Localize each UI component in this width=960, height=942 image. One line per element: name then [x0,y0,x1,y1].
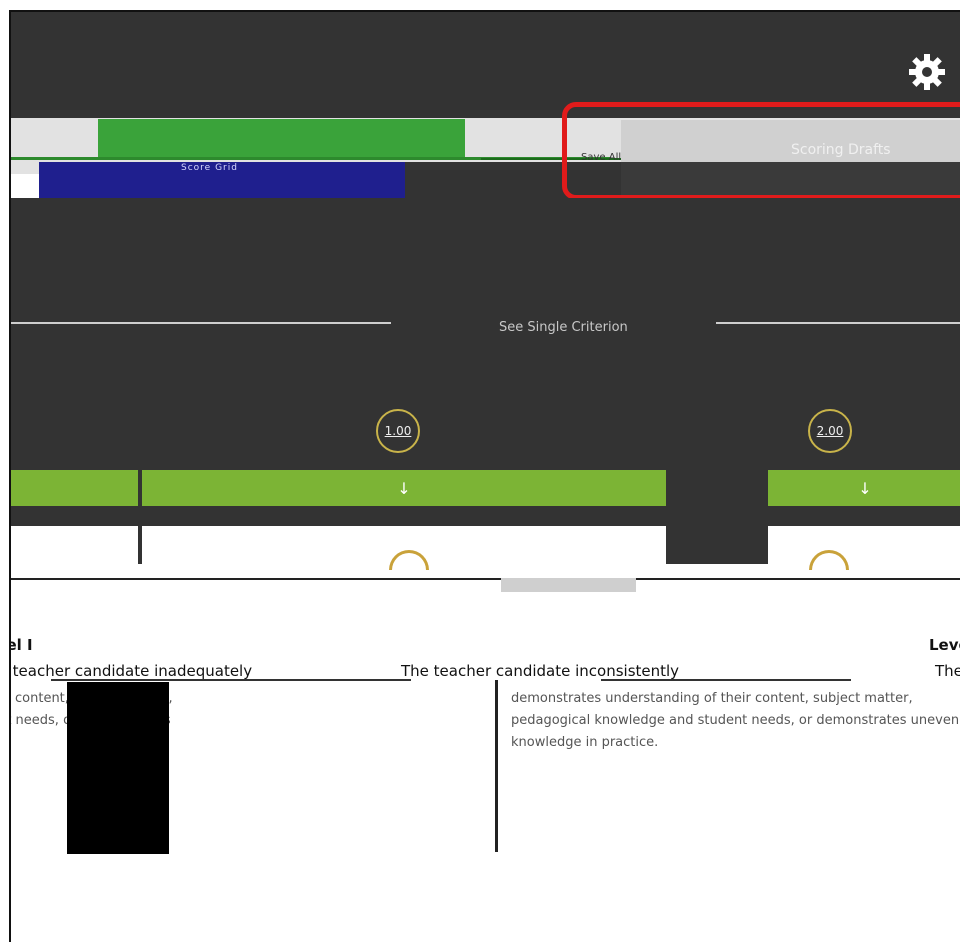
level-2-underline [601,679,851,681]
app-frame: Score Grid Scoring Drafts Save All See S… [9,10,960,942]
tab-score-grid[interactable] [98,119,465,157]
highlight-box [562,102,960,200]
arrow-down-icon: ↓ [858,478,872,498]
tab-primary-label: Score Grid [181,163,238,173]
level-bar-2[interactable]: ↓ [768,470,960,506]
level-2-description: demonstrates understanding of their cont… [511,691,960,750]
level-1-lead: The teacher candidate inadequately [11,662,253,680]
level-bar-0[interactable] [11,470,138,506]
divider-right [716,322,960,324]
level-2-lead: The teacher candidate inconsistently [401,662,680,680]
gear-icon[interactable] [907,52,947,92]
arrow-down-icon: ↓ [397,478,411,498]
score-badge-2[interactable]: 2.00 [808,409,852,453]
level-3-title: Level III [929,636,960,654]
score-badge-1[interactable]: 1.00 [376,409,420,453]
level-3-lead: The [935,662,960,680]
column-divider [495,680,498,852]
see-single-criterion-link[interactable]: See Single Criterion [499,320,628,335]
criterion-area [11,198,960,564]
level-1-title: Level I [11,636,33,654]
panel-stripe-gray [501,578,636,592]
redaction-block [67,682,169,854]
divider-left [11,322,391,324]
panel-stripe-line [11,578,960,580]
level-1-underline [51,679,411,681]
level-bar-1[interactable]: ↓ [142,470,666,506]
